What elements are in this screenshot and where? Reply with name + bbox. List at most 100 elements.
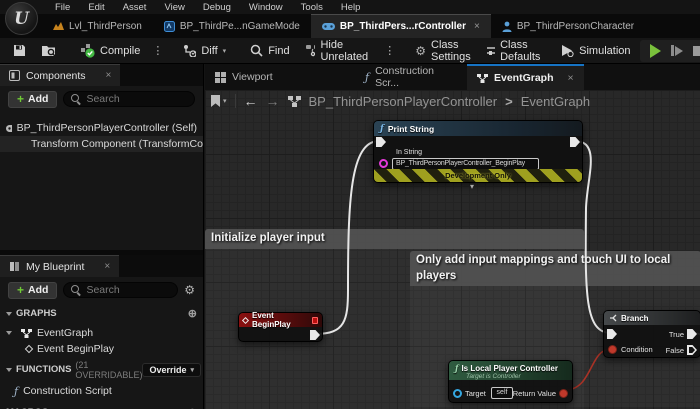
node-is-local-player-controller[interactable]: ƒ Is Local Player Controller Target is C…: [448, 360, 573, 403]
node-print-string[interactable]: ƒ Print String In String BP_ThirdPersonP…: [373, 120, 583, 183]
add-label: Add: [28, 93, 48, 105]
node-title: Is Local Player Controller: [461, 364, 557, 373]
graph-editor: Viewport ƒ Construction Scr... EventGrap…: [205, 64, 700, 409]
false-pin-label: False: [666, 346, 684, 355]
unreal-logo-icon[interactable]: U: [5, 2, 38, 35]
filter-gear-icon[interactable]: ⚙: [184, 284, 195, 296]
components-tab[interactable]: Components ×: [0, 64, 120, 86]
breadcrumb-root[interactable]: BP_ThirdPersonPlayerController: [309, 94, 498, 109]
bookmarks-button[interactable]: ▾: [211, 95, 227, 107]
in-string-pin[interactable]: [379, 159, 388, 168]
hide-unrelated-icon: [306, 45, 316, 57]
node-subtitle: Target is Controller: [455, 373, 566, 380]
tab-close-icon[interactable]: ×: [474, 21, 480, 32]
macros-section-header[interactable]: MACROS ⊕: [0, 405, 203, 409]
component-row-self[interactable]: BP_ThirdPersonPlayerController (Self): [0, 120, 203, 136]
hide-unrelated-options-icon[interactable]: ⋮: [381, 44, 398, 57]
chevron-down-icon: ▾: [223, 97, 227, 105]
hide-unrelated-button[interactable]: Hide Unrelated: [299, 41, 380, 61]
menu-window[interactable]: Window: [240, 2, 292, 13]
add-component-button[interactable]: + Add: [8, 91, 57, 108]
back-button[interactable]: ←: [244, 94, 258, 108]
exec-out-pin[interactable]: [570, 137, 580, 147]
compile-label: Compile: [100, 45, 140, 57]
override-dropdown[interactable]: Override ▾: [142, 363, 201, 377]
diff-button[interactable]: Diff ▾: [176, 41, 233, 61]
breadcrumb-leaf[interactable]: EventGraph: [521, 94, 590, 109]
graph-icon: [477, 74, 488, 83]
eventgraph-tab-label: EventGraph: [494, 72, 554, 84]
true-exec-pin[interactable]: [687, 329, 697, 339]
compile-button[interactable]: Compile: [74, 41, 147, 61]
collapse-arrow-icon: [6, 368, 12, 372]
hide-unrelated-label: Hide Unrelated: [320, 39, 372, 63]
simulation-button[interactable]: Simulation: [554, 41, 637, 61]
exec-out-pin[interactable]: [310, 330, 320, 340]
book-icon: [9, 261, 20, 272]
eventgraph-row[interactable]: EventGraph: [0, 325, 203, 341]
save-button[interactable]: [6, 41, 33, 61]
tab-gamemode[interactable]: BP_ThirdPe...nGameMode: [153, 14, 311, 38]
my-blueprint-search-input[interactable]: Search: [63, 282, 178, 298]
chevron-down-icon: ▾: [190, 366, 194, 374]
save-icon: [13, 44, 26, 57]
close-icon[interactable]: ×: [104, 261, 110, 272]
menu-edit[interactable]: Edit: [79, 2, 113, 13]
menu-help[interactable]: Help: [332, 2, 370, 13]
viewport-tab-label: Viewport: [232, 71, 273, 83]
close-icon[interactable]: ×: [568, 72, 574, 84]
gamepad-icon: [6, 124, 12, 133]
tab-level[interactable]: Lvl_ThirdPerson: [42, 14, 153, 38]
close-icon[interactable]: ×: [106, 70, 112, 81]
forward-button[interactable]: →: [266, 94, 280, 108]
menu-asset[interactable]: Asset: [114, 2, 156, 13]
menu-tools[interactable]: Tools: [292, 2, 332, 13]
tab-viewport[interactable]: Viewport: [205, 64, 355, 90]
function-icon: ƒ: [455, 363, 458, 373]
frame-skip-icon[interactable]: [671, 45, 683, 56]
node-collapse-chevron-icon[interactable]: ▾: [470, 182, 474, 191]
class-defaults-button[interactable]: Class Defaults: [480, 41, 552, 61]
add-graph-icon[interactable]: ⊕: [188, 307, 197, 320]
components-search-input[interactable]: Search: [63, 91, 195, 107]
class-settings-button[interactable]: ⚙ Class Settings: [408, 41, 478, 61]
my-blueprint-tab[interactable]: My Blueprint ×: [0, 255, 119, 277]
exec-in-pin[interactable]: [376, 137, 386, 147]
tab-playercontroller[interactable]: BP_ThirdPers...rController ×: [311, 14, 491, 38]
target-pin[interactable]: [453, 389, 462, 398]
tab-character[interactable]: BP_ThirdPersonCharacter: [491, 14, 645, 38]
add-blueprint-item-button[interactable]: + Add: [8, 282, 57, 299]
menu-view[interactable]: View: [155, 2, 193, 13]
menu-file[interactable]: File: [46, 2, 79, 13]
search-icon: [71, 285, 81, 295]
node-branch[interactable]: Branch True Condition False: [603, 310, 700, 358]
graphs-section-header[interactable]: GRAPHS ⊕: [0, 306, 203, 321]
component-row-transform[interactable]: Transform Component (TransformComp: [0, 136, 203, 152]
in-string-pin-label: In String: [396, 149, 422, 156]
graphs-label: GRAPHS: [16, 308, 57, 319]
compile-options-icon[interactable]: ⋮: [149, 44, 166, 57]
browse-button[interactable]: [35, 41, 64, 61]
tab-eventgraph[interactable]: EventGraph ×: [467, 64, 584, 90]
false-exec-pin[interactable]: [687, 345, 697, 355]
event-beginplay-row[interactable]: Event BeginPlay: [0, 341, 203, 357]
graph-canvas[interactable]: Initialize player input Only add input m…: [205, 90, 700, 409]
override-label: Override: [149, 365, 186, 375]
tab-construction-script[interactable]: ƒ Construction Scr...: [355, 64, 467, 90]
editor-badge-icon: [312, 317, 318, 324]
simulation-icon: [561, 44, 574, 57]
menu-debug[interactable]: Debug: [194, 2, 240, 13]
compile-icon: [81, 44, 95, 58]
stop-icon[interactable]: [693, 46, 700, 56]
node-event-beginplay[interactable]: Event BeginPlay: [238, 312, 323, 342]
construction-script-row[interactable]: ƒ Construction Script: [0, 383, 203, 399]
components-toolbar: + Add Search: [0, 86, 203, 112]
functions-section-header[interactable]: FUNCTIONS (21 OVERRIDABLE) Override ▾ ⊕: [0, 362, 203, 377]
play-icon[interactable]: [650, 44, 661, 58]
condition-pin[interactable]: [608, 345, 617, 354]
return-value-pin[interactable]: [559, 389, 568, 398]
exec-in-pin[interactable]: [607, 329, 617, 339]
find-button[interactable]: Find: [243, 41, 296, 61]
target-value-input[interactable]: self: [491, 387, 513, 399]
my-blueprint-title: My Blueprint: [26, 261, 84, 273]
